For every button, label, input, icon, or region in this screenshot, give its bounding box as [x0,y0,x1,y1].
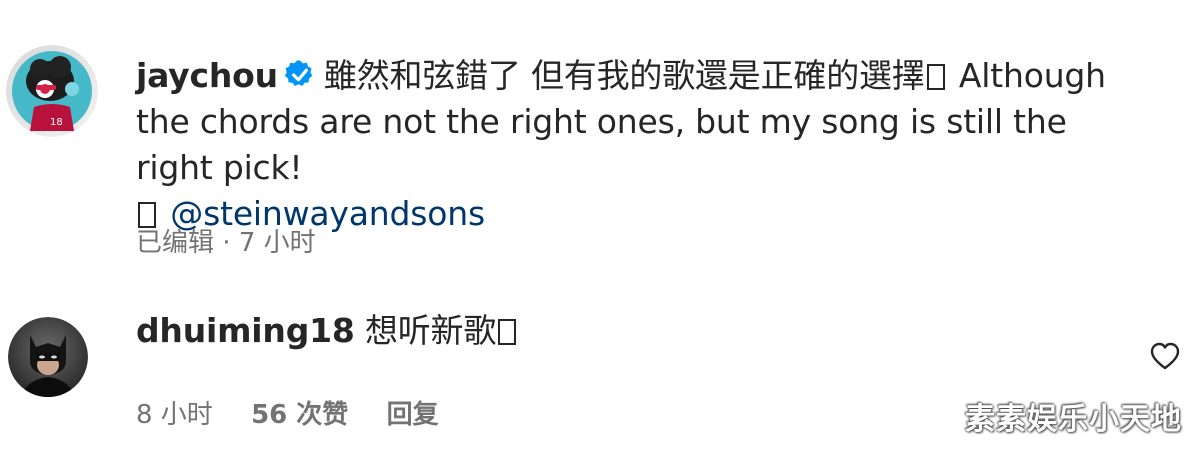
likes-count[interactable]: 56 次赞 [251,394,348,431]
meta-separator: · [222,228,231,258]
svg-text:18: 18 [50,117,63,128]
timestamp[interactable]: 7 小时 [239,222,316,259]
comment-meta: 已编辑 · 7 小时 [136,222,316,259]
comment-text: 想听新歌 [364,311,497,350]
username[interactable]: dhuiming18 [136,311,355,350]
heart-icon[interactable] [1150,342,1180,370]
comment-item: 18 jaychou 雖然和弦錯了 但有我的歌還是正確的選擇 Although t… [0,0,1202,290]
comment-body: jaychou 雖然和弦錯了 但有我的歌還是正確的選擇 Although the … [136,53,1142,237]
timestamp[interactable]: 8 小时 [136,394,213,431]
watermark: 素素娱乐小天地 [965,402,1182,437]
reply-button[interactable]: 回复 [387,394,439,431]
comment-text-zh: 雖然和弦錯了 但有我的歌還是正確的選擇 [323,56,925,95]
verified-badge-icon [284,57,316,89]
comment-meta: 8 小时 56 次赞 回复 [136,394,439,431]
avatar[interactable] [8,317,88,397]
avatar[interactable]: 18 [6,45,98,137]
edited-label: 已编辑 [136,228,215,258]
emoji-placeholder-icon [926,64,945,90]
username[interactable]: jaychou [136,56,278,95]
emoji-placeholder-icon [498,319,517,345]
comment-body: dhuiming18 想听新歌 [136,308,1142,354]
